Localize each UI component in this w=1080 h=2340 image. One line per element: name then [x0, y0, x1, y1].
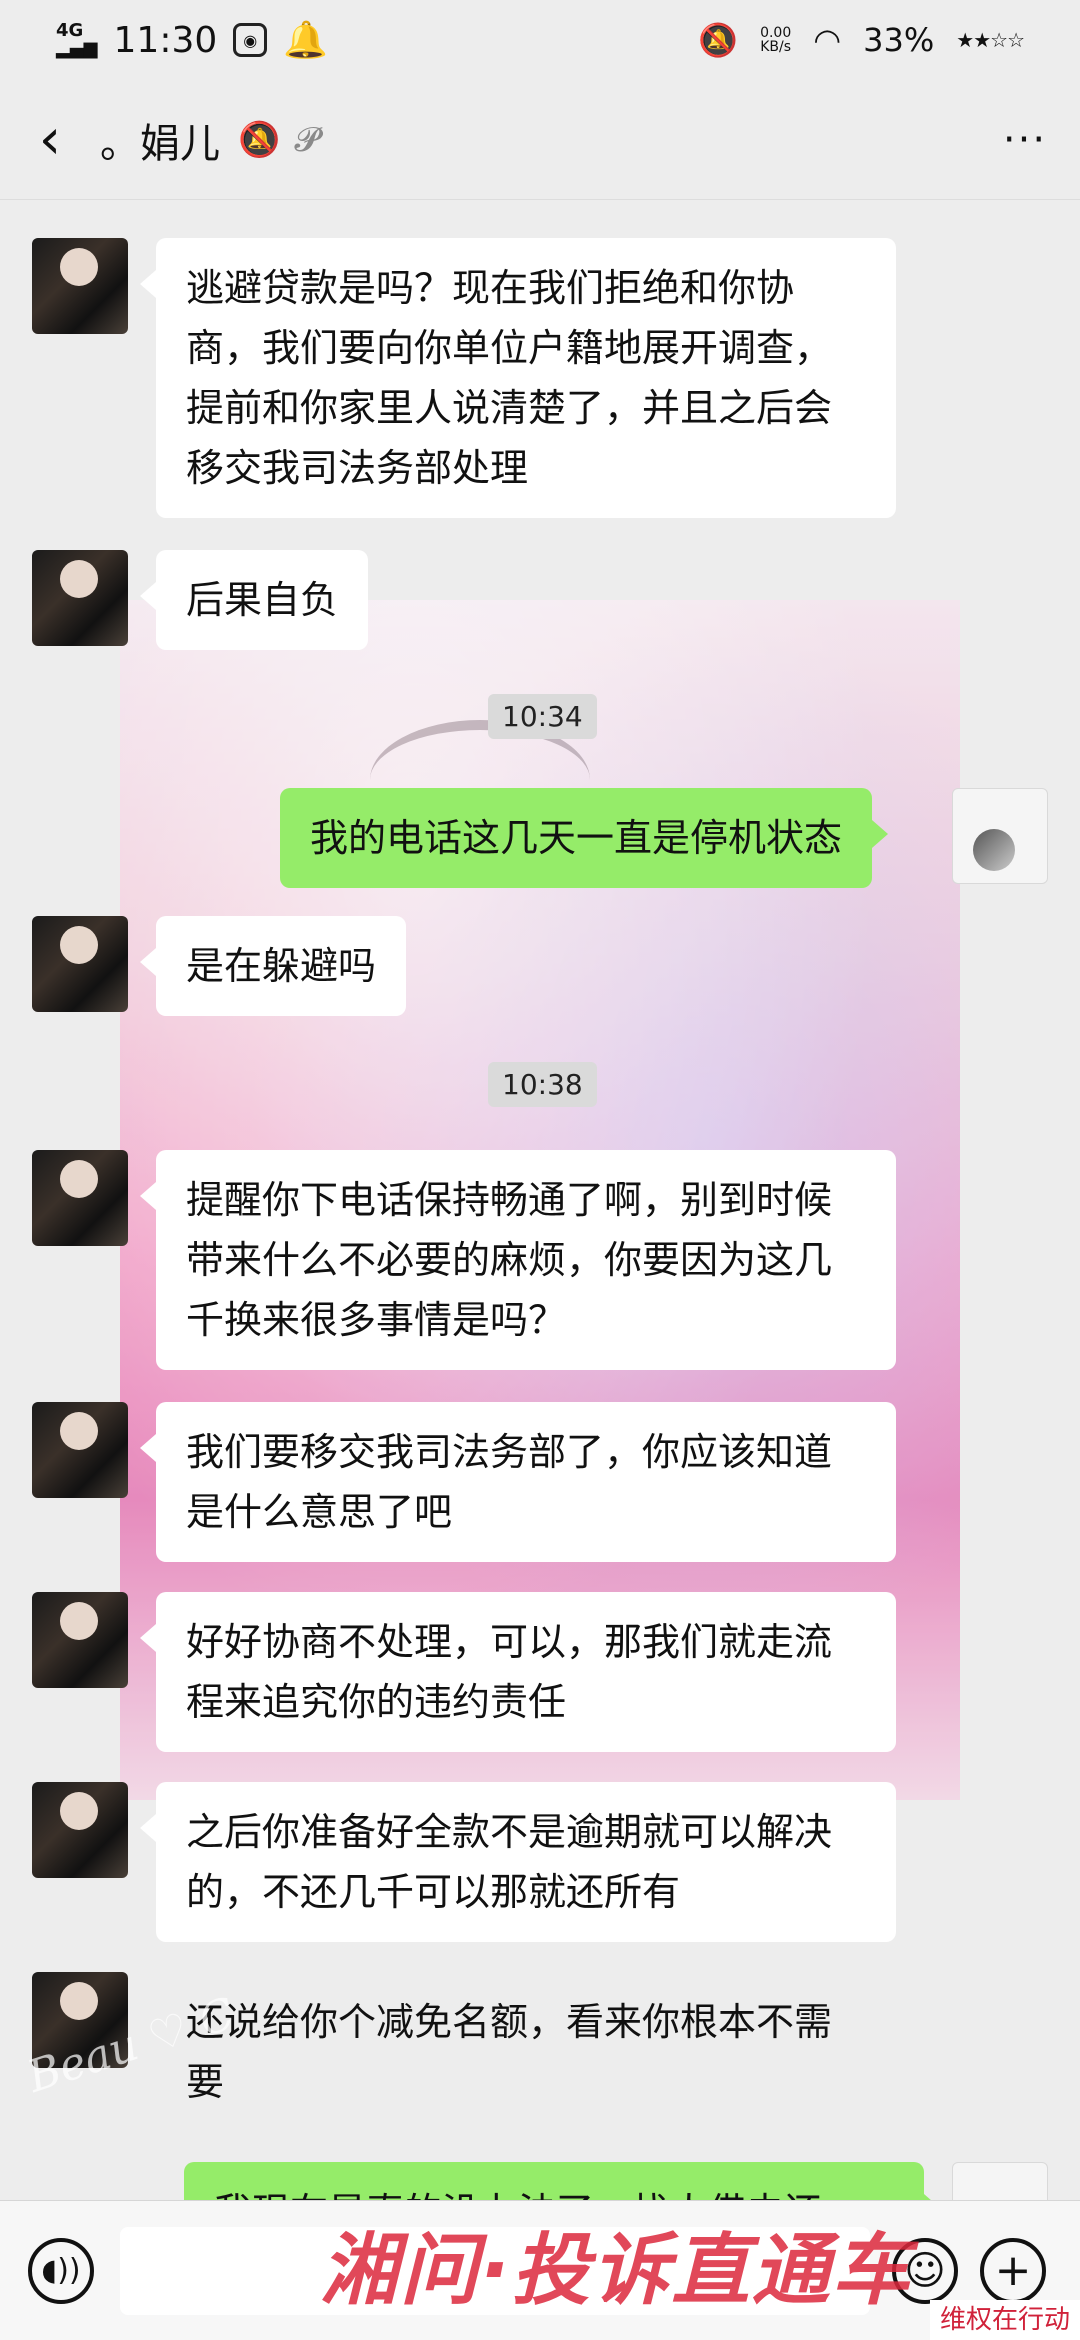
network-type: 4G — [56, 20, 84, 41]
wifi-icon: ◠ — [813, 21, 842, 59]
message-bubble-outgoing[interactable]: 我的电话这几天一直是停机状态 — [280, 788, 889, 888]
ear-mode-icon: 𝓟 — [294, 119, 319, 160]
message-bubble-incoming[interactable]: 逃避贷款是吗？现在我们拒绝和你协商，我们要向你单位户籍地展开调查，提前和你家里人… — [140, 238, 896, 518]
chevron-left-icon: ‹ — [38, 107, 62, 172]
voice-icon: ◖)) — [41, 2253, 81, 2288]
contact-avatar[interactable] — [32, 238, 128, 334]
chat-title: 。娟儿 — [100, 120, 220, 167]
mute-icon: 🔕 — [698, 21, 739, 59]
time-text: 11:30 — [113, 19, 218, 61]
speed-value: 0.00 — [760, 25, 792, 41]
my-avatar[interactable] — [952, 788, 1048, 884]
timestamp: 10:34 — [488, 694, 597, 739]
app-badge-icon: ◉ — [233, 23, 268, 57]
message-bubble-incoming[interactable]: 后果自负 — [139, 550, 369, 650]
timestamp: 10:38 — [488, 1062, 597, 1107]
status-bar: 4G ▂▄▆ 11:30 ◉ 🔔 🔕 0.00 KB/s ◠ 33% ★★☆☆ — [0, 0, 1080, 80]
message-bubble-incoming[interactable]: 还说给你个减免名额，看来你根本不需要 — [156, 1972, 896, 2132]
contact-avatar[interactable] — [32, 1150, 128, 1246]
voice-button[interactable]: ◖)) — [28, 2237, 94, 2304]
plus-button[interactable]: + — [980, 2237, 1046, 2304]
contact-avatar[interactable] — [32, 550, 128, 646]
battery-icon: ★★☆☆ — [956, 28, 1025, 52]
watermark-corner-tag: 维权在行动 — [929, 2300, 1080, 2340]
battery-text: 33% — [863, 21, 935, 59]
message-bubble-incoming[interactable]: 我们要移交我司法务部了，你应该知道是什么意思了吧 — [140, 1402, 896, 1562]
more-options-button[interactable]: ··· — [970, 80, 1080, 200]
contact-avatar[interactable] — [32, 1592, 128, 1688]
notification-bell-icon: 🔔 — [283, 20, 329, 61]
chat-area[interactable]: 逃避贷款是吗？现在我们拒绝和你协商，我们要向你单位户籍地展开调查，提前和你家里人… — [0, 200, 1080, 2200]
back-button[interactable]: ‹ — [0, 80, 100, 200]
mute-notification-icon: 🔕 — [238, 119, 281, 160]
signal-icon: 4G ▂▄▆ — [56, 20, 98, 59]
message-bubble-incoming[interactable]: 是在躲避吗 — [139, 916, 407, 1016]
speed-unit: KB/s — [760, 39, 792, 55]
network-speed: 0.00 KB/s — [760, 26, 791, 54]
contact-avatar[interactable] — [32, 1782, 128, 1878]
title-icons: 🔕 𝓟 — [238, 120, 319, 160]
message-bubble-incoming[interactable]: 好好协商不处理，可以，那我们就走流程来追究你的违约责任 — [140, 1592, 896, 1752]
watermark-banner: 湘问·投诉直通车 — [320, 2226, 912, 2316]
my-avatar[interactable] — [952, 2162, 1048, 2200]
message-bubble-incoming[interactable]: 提醒你下电话保持畅通了啊，别到时候带来什么不必要的麻烦，你要因为这几千换来很多事… — [140, 1150, 896, 1370]
contact-avatar[interactable] — [32, 916, 128, 1012]
message-bubble-incoming[interactable]: 之后你准备好全款不是逾期就可以解决的，不还几千可以那就还所有 — [140, 1782, 896, 1942]
message-bubble-outgoing[interactable]: 我现在是真的没办法了，找人借去还 — [184, 2162, 940, 2200]
plus-icon: + — [994, 2245, 1032, 2296]
status-right: 🔕 0.00 KB/s ◠ 33% ★★☆☆ — [698, 21, 1025, 59]
status-left: 4G ▂▄▆ 11:30 ◉ 🔔 — [56, 19, 329, 62]
contact-avatar[interactable] — [32, 1402, 128, 1498]
chat-header: ‹ 。娟儿 🔕 𝓟 ··· — [0, 80, 1080, 200]
